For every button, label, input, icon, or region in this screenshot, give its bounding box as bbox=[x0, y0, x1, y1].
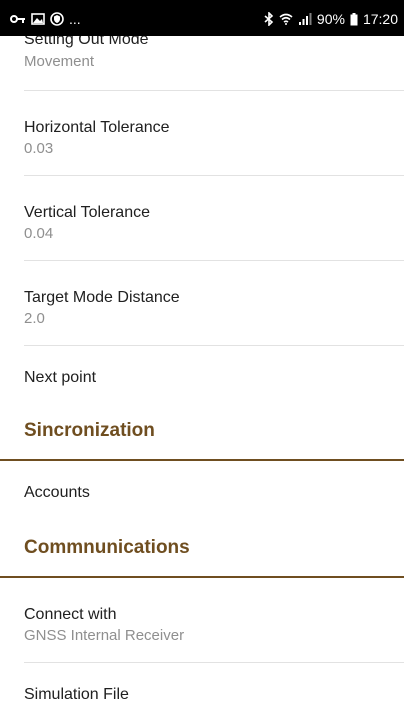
accounts-item[interactable]: Accounts bbox=[24, 461, 404, 529]
settings-list: Setting Out Mode Movement Horizontal Tol… bbox=[0, 18, 404, 722]
status-ellipsis: ... bbox=[69, 11, 81, 27]
horizontal-tolerance-title: Horizontal Tolerance bbox=[24, 119, 170, 136]
image-icon bbox=[31, 13, 45, 25]
simulation-file-item[interactable]: Simulation File bbox=[24, 663, 404, 722]
battery-icon bbox=[350, 12, 358, 26]
section-communications-title: Commnunications bbox=[24, 537, 190, 558]
setting-out-mode-value: Movement bbox=[24, 53, 95, 70]
target-mode-distance-title: Target Mode Distance bbox=[24, 289, 180, 306]
shield-icon bbox=[50, 12, 64, 26]
connect-with-item[interactable]: Connect with GNSS Internal Receiver bbox=[24, 578, 404, 663]
status-time: 17:20 bbox=[362, 11, 398, 27]
target-mode-distance-item[interactable]: Target Mode Distance 2.0 bbox=[24, 261, 404, 346]
vertical-tolerance-title: Vertical Tolerance bbox=[24, 204, 150, 221]
horizontal-tolerance-value: 0.03 bbox=[24, 140, 54, 157]
vertical-tolerance-value: 0.04 bbox=[24, 225, 54, 242]
next-point-title: Next point bbox=[24, 369, 97, 386]
target-mode-distance-value: 2.0 bbox=[24, 310, 45, 327]
vertical-tolerance-item[interactable]: Vertical Tolerance 0.04 bbox=[24, 176, 404, 261]
signal-icon bbox=[298, 13, 312, 25]
status-bar-right: 90% 17:20 bbox=[264, 11, 398, 27]
section-sincronization: Sincronization bbox=[0, 412, 404, 461]
connect-with-title: Connect with bbox=[24, 606, 117, 623]
bluetooth-icon bbox=[264, 12, 274, 26]
section-communications: Commnunications bbox=[0, 529, 404, 578]
status-bar: ... 90% 17:20 bbox=[0, 0, 404, 36]
status-bar-left: ... bbox=[10, 11, 81, 27]
vpn-key-icon bbox=[10, 13, 26, 25]
accounts-title: Accounts bbox=[24, 484, 90, 501]
wifi-icon bbox=[279, 13, 293, 25]
battery-percent: 90% bbox=[316, 11, 345, 27]
section-sincronization-title: Sincronization bbox=[24, 420, 155, 441]
connect-with-value: GNSS Internal Receiver bbox=[24, 627, 185, 644]
simulation-file-title: Simulation File bbox=[24, 686, 129, 703]
settings-list-scroll[interactable]: Setting Out Mode Movement Horizontal Tol… bbox=[0, 18, 404, 722]
next-point-item[interactable]: Next point bbox=[24, 346, 404, 412]
horizontal-tolerance-item[interactable]: Horizontal Tolerance 0.03 bbox=[24, 91, 404, 176]
